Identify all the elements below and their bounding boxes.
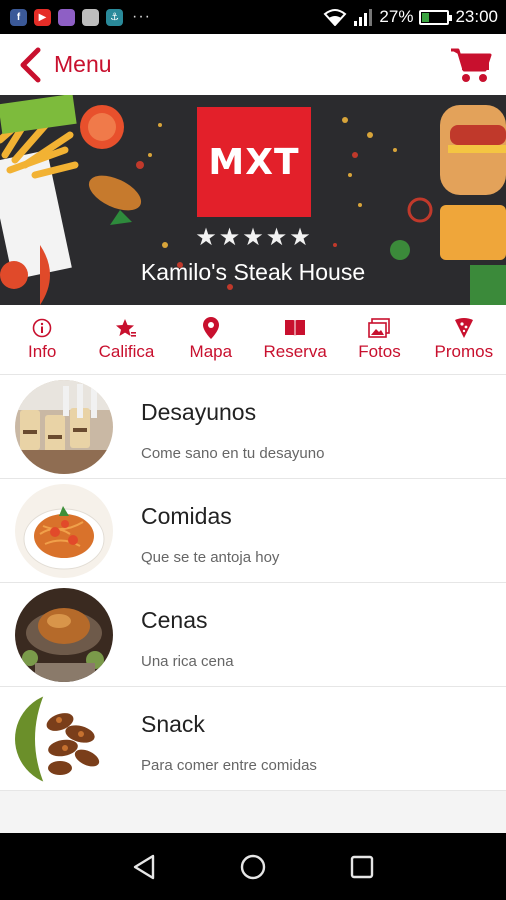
tab-reserva[interactable]: Reserva [253,305,337,374]
cart-button[interactable] [450,46,492,84]
battery-icon [419,9,453,25]
star-icon: ★ [265,224,288,251]
restaurant-logo: MXT [197,107,311,217]
app-icon [82,8,99,26]
tab-label: Info [27,342,57,361]
photos-icon [368,317,391,339]
signal-icon [354,9,373,26]
list-item-cenas[interactable]: Cenas Una rica cena [0,583,506,687]
nav-back-icon [134,854,155,879]
item-subtitle: Que se te antoja hoy [141,549,280,566]
item-title: Comidas [141,503,232,529]
app-bar: Menu [0,34,506,95]
restaurant-name: Kamilo's Steak House [140,259,366,285]
tab-label: Reserva [263,342,327,361]
desayunos-thumbnail [15,380,113,474]
app-icon: ⚓ [106,8,123,26]
star-icon: ★ [289,224,311,251]
star-icon: ★ [195,224,217,251]
facebook-icon: f [10,8,27,26]
tab-label: Fotos [358,342,401,361]
nav-home-button[interactable] [233,847,273,887]
wifi-icon [323,9,347,26]
status-bar: f ▶ ⚓ ··· 27% 23:00 [0,0,506,34]
more-notifications-icon: ··· [132,8,151,25]
star-icon: ★ [242,224,264,251]
tab-fotos[interactable]: Fotos [337,305,421,374]
restaurant-tabs: Info Califica Mapa Reserva Fotos Promos [0,305,506,375]
list-item-snack[interactable]: Snack Para comer entre comidas [0,687,506,791]
youtube-icon: ▶ [34,8,51,26]
chevron-left-icon [20,47,41,82]
book-icon [284,317,306,339]
nav-recents-button[interactable] [342,847,382,887]
restaurant-banner: MXT ★★★★★ Kamilo's Steak House [0,95,506,305]
item-subtitle: Una rica cena [141,653,234,670]
tab-label: Califica [98,342,155,361]
item-title: Desayunos [141,399,257,425]
map-pin-icon [200,317,222,339]
cenas-thumbnail [15,588,113,682]
menu-category-list: Desayunos Come sano en tu desayuno Comid… [0,375,506,833]
cart-icon [451,48,492,82]
system-nav-bar [0,833,506,900]
battery-level [422,12,430,22]
star-rate-icon [115,317,137,339]
notification-icons: f ▶ ⚓ ··· [10,8,151,26]
nav-recents-icon [350,855,373,878]
item-subtitle: Para comer entre comidas [141,757,317,774]
star-icon: ★ [218,224,241,251]
nav-back-button[interactable] [124,847,164,887]
tab-label: Promos [434,342,494,361]
rating-stars: ★★★★★ [0,223,506,252]
app-icon [58,8,75,26]
item-subtitle: Come sano en tu desayuno [141,445,325,462]
list-item-comidas[interactable]: Comidas Que se te antoja hoy [0,479,506,583]
tab-label: Mapa [189,342,233,361]
comidas-thumbnail [15,484,113,578]
tab-califica[interactable]: Califica [84,305,168,374]
page-title: Menu [54,51,112,77]
info-icon [31,317,53,339]
back-button[interactable] [8,34,52,95]
list-item-desayunos[interactable]: Desayunos Come sano en tu desayuno [0,375,506,479]
snack-thumbnail [15,692,113,786]
item-title: Snack [141,711,205,737]
item-title: Cenas [141,607,208,633]
tab-mapa[interactable]: Mapa [169,305,253,374]
battery-percent: 27% [379,7,414,26]
tab-promos[interactable]: Promos [422,305,506,374]
pizza-icon [453,317,475,339]
nav-home-icon [240,854,266,879]
clock: 23:00 [455,7,498,26]
tab-info[interactable]: Info [0,305,84,374]
